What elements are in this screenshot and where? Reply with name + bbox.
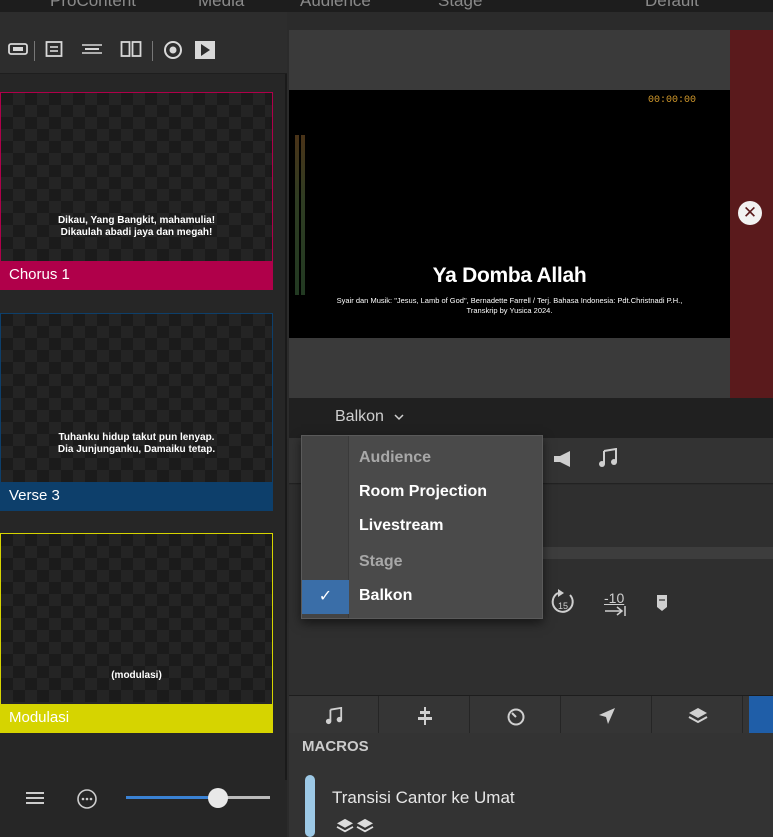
megaphone-icon[interactable] xyxy=(552,450,574,473)
screen-selector[interactable]: Balkon xyxy=(335,408,404,426)
layers-icon xyxy=(356,818,374,837)
close-icon[interactable]: ✕ xyxy=(738,201,762,225)
panel-tabs xyxy=(289,695,773,734)
menu-audience[interactable]: Audience xyxy=(300,0,371,11)
slide-thumbnail[interactable]: (modulasi) Modulasi xyxy=(0,533,273,733)
toolbar-divider xyxy=(152,41,153,61)
slide-text-line: Dikau, Yang Bangkit, mahamulia! xyxy=(57,215,216,226)
slide-label: Verse 3 xyxy=(1,482,272,510)
bookmark-icon[interactable] xyxy=(656,594,668,617)
record-icon[interactable] xyxy=(163,40,183,60)
top-menu: ProContent Media Audience Stage Default xyxy=(0,0,773,12)
slide-thumbnail[interactable]: Dikau, Yang Bangkit, mahamulia! Dikaulah… xyxy=(0,92,273,290)
send-icon xyxy=(598,705,616,724)
tab-music[interactable] xyxy=(289,696,379,734)
text-box-icon[interactable] xyxy=(8,40,28,58)
zoom-slider-fill xyxy=(126,796,220,799)
align-center-icon xyxy=(417,705,433,725)
slide-text-line: Dikaulah abadi jaya dan megah! xyxy=(60,227,213,238)
play-icon[interactable] xyxy=(194,40,216,60)
menu-stage[interactable]: Stage xyxy=(438,0,482,11)
skip-back-15-icon[interactable]: 15 xyxy=(550,587,576,622)
song-credit-line: Syair dan Musik: "Jesus, Lamb of God", B… xyxy=(336,296,683,305)
more-options-icon[interactable] xyxy=(76,788,98,815)
song-credit: Syair dan Musik: "Jesus, Lamb of God", B… xyxy=(295,296,724,316)
list-view-icon[interactable] xyxy=(25,790,45,813)
timer-readout: 00:00:00 xyxy=(647,95,696,106)
output-preview: 00:00:00 Ya Domba Allah Syair dan Musik:… xyxy=(289,90,730,338)
tab-align[interactable] xyxy=(380,696,470,734)
skip-back-10-button[interactable]: -10 xyxy=(604,590,626,616)
screen-dropdown-menu: Audience Room Projection Livestream Stag… xyxy=(301,435,543,619)
song-credit-line: Transkrip by Yusica 2024. xyxy=(466,306,553,315)
menu-media[interactable]: Media xyxy=(198,0,244,11)
slide-toolbar xyxy=(0,12,287,74)
dropdown-header-label: Audience xyxy=(359,449,432,466)
song-title: Ya Domba Allah xyxy=(432,264,587,287)
tab-macros[interactable] xyxy=(749,696,773,734)
document-icon[interactable] xyxy=(45,40,63,58)
macro-item-name[interactable]: Transisi Cantor ke Umat xyxy=(332,788,515,808)
menu-procontent[interactable]: ProContent xyxy=(50,0,136,11)
slide-text-line: Tuhanku hidup takut pun lenyap. xyxy=(58,432,215,443)
dropdown-option-label: Balkon xyxy=(359,587,413,604)
split-icon[interactable] xyxy=(120,40,142,58)
music-note-icon[interactable] xyxy=(598,447,618,473)
dropdown-header-audience: Audience xyxy=(302,442,542,476)
tab-timers[interactable] xyxy=(471,696,561,734)
zoom-slider-handle[interactable] xyxy=(208,788,228,808)
transfer-icon[interactable] xyxy=(80,40,104,58)
slide-thumbnail[interactable]: Tuhanku hidup takut pun lenyap. Dia Junj… xyxy=(0,313,273,511)
dropdown-option-balkon[interactable]: ✓ Balkon xyxy=(302,580,542,614)
slide-label: Chorus 1 xyxy=(1,261,272,289)
tab-messages[interactable] xyxy=(562,696,652,734)
slide-canvas xyxy=(1,314,272,482)
music-note-icon xyxy=(325,705,343,724)
layers-settings-icon xyxy=(336,818,354,837)
checkmark-icon: ✓ xyxy=(302,580,349,614)
slide-text-line: Dia Junjunganku, Damaiku tetap. xyxy=(57,444,216,455)
slide-label: Modulasi xyxy=(1,704,272,732)
dropdown-option-label: Room Projection xyxy=(359,483,488,500)
chevron-down-icon xyxy=(394,408,404,426)
layers-icon xyxy=(688,705,708,724)
app-window: ProContent Media Audience Stage Default xyxy=(0,0,773,837)
svg-text:15: 15 xyxy=(558,601,568,611)
dropdown-option-label: Livestream xyxy=(359,517,444,534)
slide-text-line: (modulasi) xyxy=(111,670,162,681)
dropdown-header-stage: Stage xyxy=(302,546,542,580)
tab-layers[interactable] xyxy=(653,696,743,734)
dropdown-header-label: Stage xyxy=(359,553,403,570)
menu-default[interactable]: Default xyxy=(645,0,699,11)
dropdown-option-livestream[interactable]: Livestream xyxy=(302,510,542,544)
timer-icon xyxy=(506,705,526,726)
screen-selector-value: Balkon xyxy=(335,408,384,426)
macros-header: MACROS xyxy=(302,738,369,755)
toolbar-divider xyxy=(34,41,35,61)
dropdown-option-room-projection[interactable]: Room Projection xyxy=(302,476,542,510)
skip-back-10-label: -10 xyxy=(604,590,625,606)
slides-bottom-bar xyxy=(0,780,287,837)
macro-color-bar xyxy=(305,775,315,837)
